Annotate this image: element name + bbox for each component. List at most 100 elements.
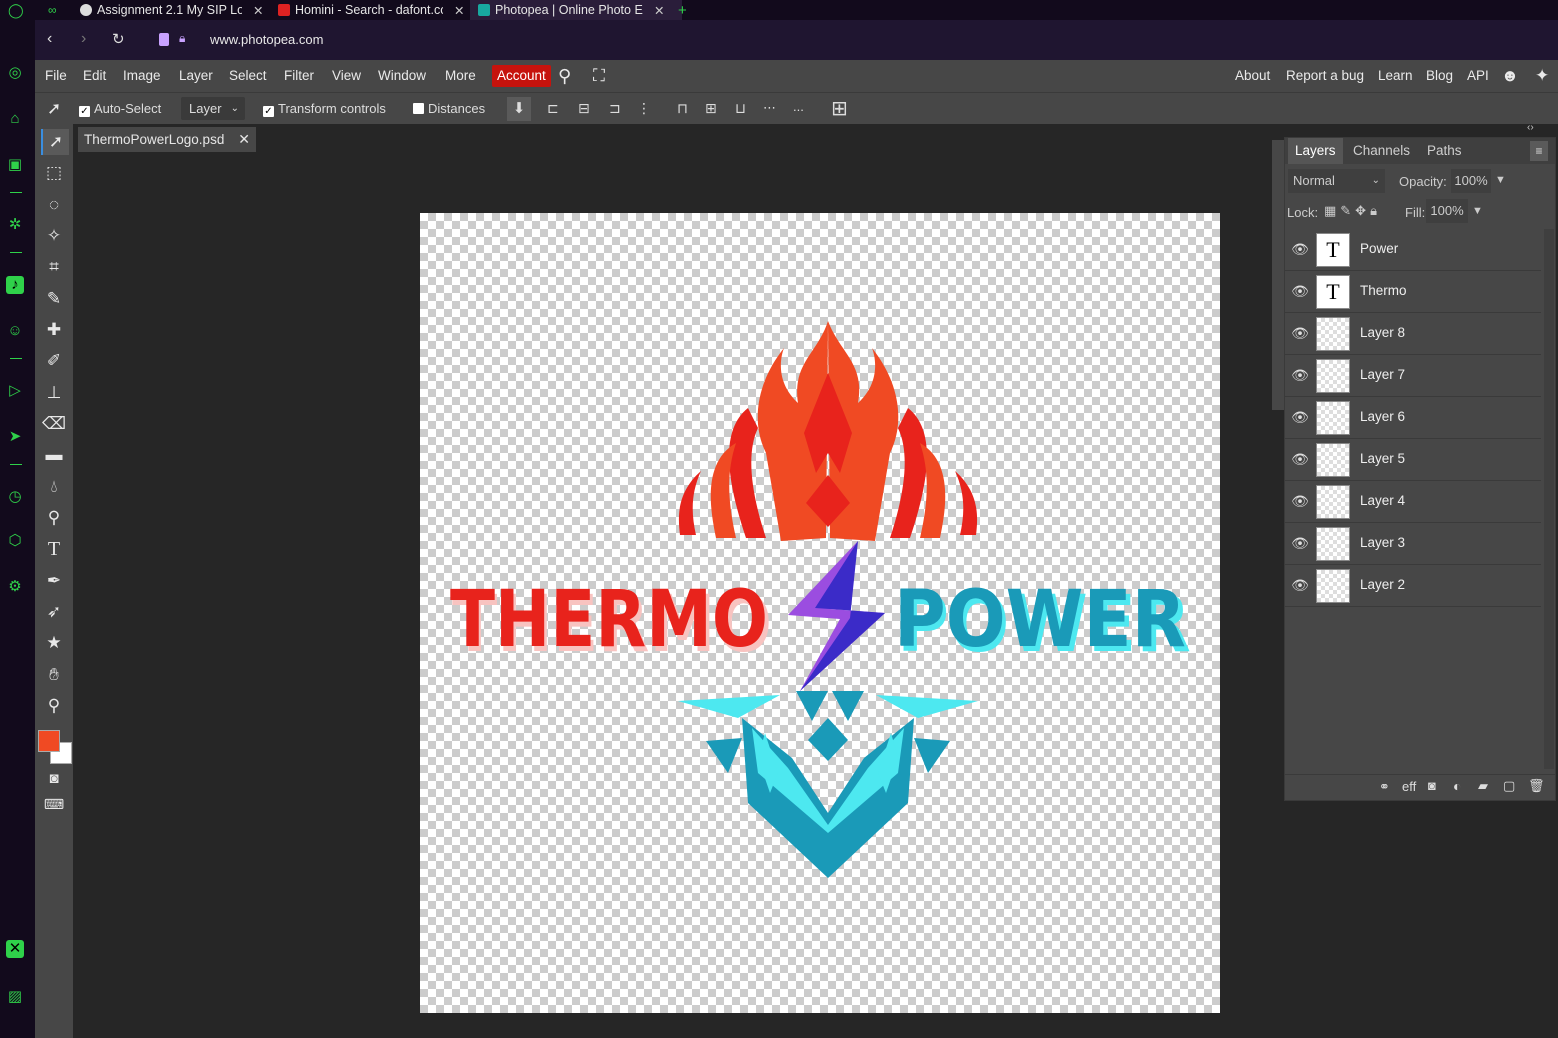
marquee-tool-icon[interactable]: ⬚ [41, 160, 67, 186]
tab-channels[interactable]: Channels [1346, 138, 1417, 164]
adjustment-layer-icon[interactable]: ◐ [1453, 778, 1461, 794]
grid-icon[interactable]: ⊞ [831, 96, 848, 121]
forward-icon[interactable]: › [81, 30, 86, 48]
foreground-color-swatch[interactable] [38, 730, 60, 752]
blend-mode-dropdown[interactable]: Normal ⌄ [1288, 169, 1385, 193]
move-tool-icon[interactable]: ➚ [41, 129, 69, 155]
visibility-eye-icon[interactable]: 👁︎ [1291, 324, 1309, 342]
layer-row-layer-8[interactable]: 👁︎ Layer 8 [1285, 313, 1541, 355]
eraser-tool-icon[interactable]: ⌫ [41, 411, 67, 437]
menu-file[interactable]: File [45, 60, 67, 92]
visibility-eye-icon[interactable]: 👁︎ [1291, 534, 1309, 552]
crop-tool-icon[interactable]: ⌗ [41, 254, 67, 280]
align-center-h-icon[interactable]: ⊟ [578, 100, 590, 117]
align-middle-v-icon[interactable]: ⊞ [705, 100, 717, 117]
quick-mask-icon[interactable]: ◙ [41, 766, 67, 792]
reload-icon[interactable]: ↻ [112, 30, 125, 48]
path-select-icon[interactable]: ➶ [41, 599, 67, 625]
menu-select[interactable]: Select [229, 60, 267, 92]
distribute-h-icon[interactable]: ⋮ [637, 100, 651, 117]
delete-layer-trash-icon[interactable]: 🗑︎ [1528, 778, 1545, 794]
close-tab-icon[interactable]: ✕ [253, 3, 263, 18]
gradient-tool-icon[interactable]: ▬ [41, 442, 67, 468]
back-icon[interactable]: ‹ [47, 30, 52, 48]
menu-more[interactable]: More [445, 60, 476, 92]
close-tab-icon[interactable]: ✕ [654, 3, 664, 18]
gallery-icon[interactable]: ▨ [6, 988, 24, 1006]
menu-view[interactable]: View [332, 60, 361, 92]
layer-row-layer-6[interactable]: 👁︎ Layer 6 [1285, 397, 1541, 439]
layer-row-layer-2[interactable]: 👁︎ Layer 2 [1285, 565, 1541, 607]
dodge-tool-icon[interactable]: ⚲ [41, 505, 67, 531]
clone-stamp-icon[interactable]: ⊥ [41, 380, 67, 406]
menu-window[interactable]: Window [378, 60, 426, 92]
align-right-icon[interactable]: ⊐ [609, 100, 621, 117]
download-icon[interactable]: ⬇ [507, 97, 531, 121]
shape-tool-icon[interactable]: ★ [41, 630, 67, 656]
chatgpt-icon[interactable]: ✲ [6, 216, 24, 234]
new-layer-icon[interactable]: ▢ [1503, 778, 1515, 794]
distribute-v-icon[interactable]: ⋯ [763, 100, 776, 116]
visibility-eye-icon[interactable]: 👁︎ [1291, 366, 1309, 384]
document-tab[interactable]: ThermoPowerLogo.psd ✕ [78, 127, 256, 152]
link-learn[interactable]: Learn [1378, 60, 1413, 92]
fill-input[interactable]: 100% [1426, 199, 1468, 223]
more-options[interactable]: ... [793, 99, 804, 114]
transform-controls-checkbox[interactable]: ✓ Transform controls [263, 101, 386, 117]
new-group-folder-icon[interactable]: ▰ [1478, 778, 1488, 794]
type-tool-icon[interactable]: T [41, 536, 67, 562]
discord-icon[interactable]: ☺ [6, 322, 24, 340]
tiktok-icon[interactable]: ♪ [6, 276, 24, 294]
whatsapp-icon[interactable]: ▣ [6, 156, 24, 174]
extensions-cube-icon[interactable]: ⬡ [6, 532, 24, 550]
hand-tool-icon[interactable]: ✋︎ [41, 662, 67, 688]
speed-dial-icon[interactable]: ◎ [6, 64, 24, 82]
pen-tool-icon[interactable]: ✒ [41, 568, 67, 594]
close-tab-icon[interactable]: ✕ [454, 3, 464, 18]
link-layers-icon[interactable]: ⚭ [1379, 779, 1390, 795]
visibility-eye-icon[interactable]: 👁︎ [1291, 576, 1309, 594]
layer-row-layer-4[interactable]: 👁︎ Layer 4 [1285, 481, 1541, 523]
history-icon[interactable]: ◷ [6, 488, 24, 506]
search-icon[interactable]: ⚲ [558, 60, 571, 92]
player-icon[interactable]: ▷ [6, 382, 24, 400]
visibility-eye-icon[interactable]: 👁︎ [1291, 450, 1309, 468]
menu-edit[interactable]: Edit [83, 60, 106, 92]
new-tab-button[interactable]: + [670, 0, 706, 20]
visibility-eye-icon[interactable]: 👁︎ [1291, 492, 1309, 510]
link-report-bug[interactable]: Report a bug [1286, 60, 1364, 92]
tab-paths[interactable]: Paths [1420, 138, 1469, 164]
layer-row-layer-5[interactable]: 👁︎ Layer 5 [1285, 439, 1541, 481]
align-left-icon[interactable]: ⊏ [547, 100, 559, 117]
keyboard-icon[interactable]: ⌨ [41, 791, 67, 817]
align-top-icon[interactable]: ⊓ [677, 100, 688, 117]
settings-gear-icon[interactable]: ⚙ [6, 578, 24, 596]
send-icon[interactable]: ➤ [6, 428, 24, 446]
blur-tool-icon[interactable]: 💧︎ [41, 474, 67, 500]
opacity-input[interactable]: 100% [1451, 169, 1491, 193]
brush-tool-icon[interactable]: ✐ [41, 348, 67, 374]
link-api[interactable]: API [1467, 60, 1489, 92]
visibility-eye-icon[interactable]: 👁︎ [1291, 282, 1309, 300]
collapse-panels-icon[interactable]: ‹› [1527, 122, 1534, 133]
image-canvas[interactable]: THERMO THERMO POWER POWER [420, 213, 1220, 1013]
account-button[interactable]: Account [492, 65, 551, 87]
shopping-icon[interactable]: ⌂ [6, 110, 24, 128]
fullscreen-icon[interactable]: ⛶ [593, 60, 605, 92]
reddit-icon[interactable]: ☻ [1501, 60, 1519, 92]
tab-layers[interactable]: Layers [1288, 138, 1343, 164]
close-document-icon[interactable]: ✕ [238, 127, 250, 152]
url-field[interactable]: www.photopea.com [210, 32, 323, 47]
align-bottom-icon[interactable]: ⊔ [735, 100, 746, 117]
visibility-eye-icon[interactable]: 👁︎ [1291, 408, 1309, 426]
layer-row-layer-3[interactable]: 👁︎ Layer 3 [1285, 523, 1541, 565]
layer-row-thermo[interactable]: 👁︎ T Thermo [1285, 271, 1541, 313]
healing-brush-icon[interactable]: ✚ [41, 317, 67, 343]
menu-image[interactable]: Image [123, 60, 161, 92]
link-blog[interactable]: Blog [1426, 60, 1453, 92]
menu-layer[interactable]: Layer [179, 60, 213, 92]
layer-list-scrollbar[interactable] [1544, 229, 1554, 769]
opacity-chevron-icon[interactable]: ▼ [1495, 174, 1506, 186]
layer-row-power[interactable]: 👁︎ T Power [1285, 229, 1541, 271]
lasso-tool-icon[interactable]: ◌ [41, 192, 67, 218]
